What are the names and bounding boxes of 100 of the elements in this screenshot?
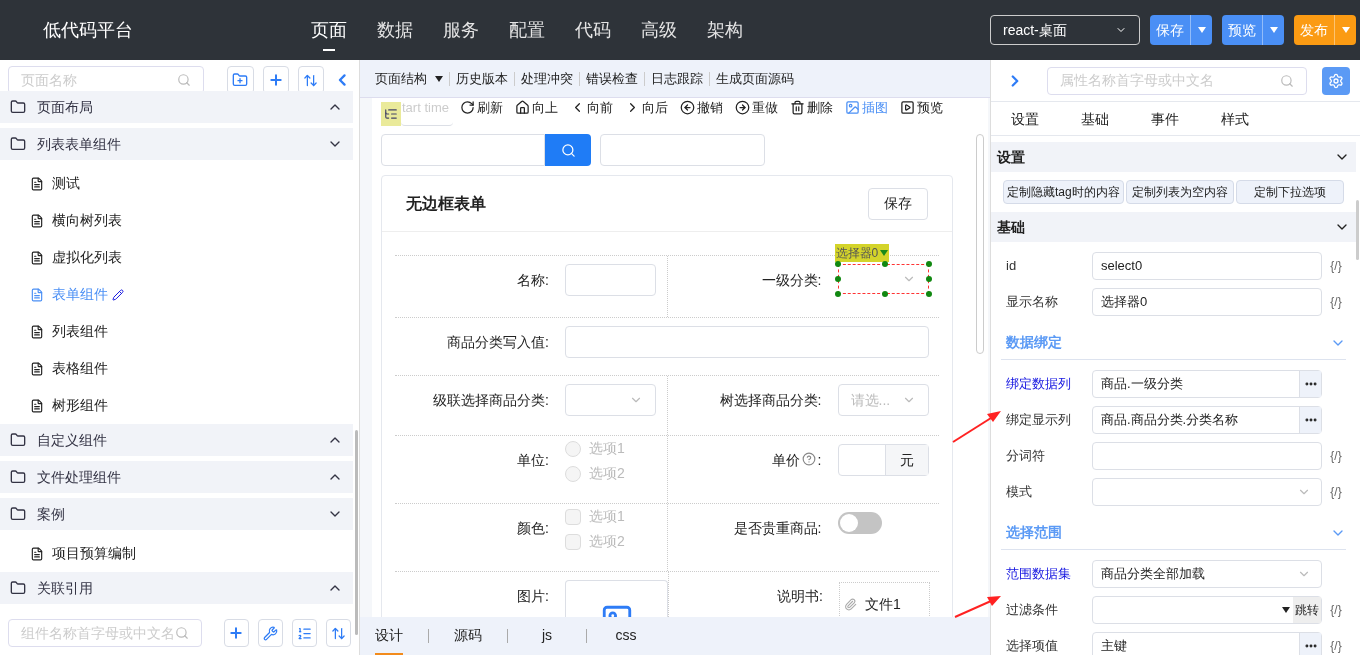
component-tag: 选择器0: [834, 244, 890, 262]
tree-item[interactable]: 横向树列表: [0, 202, 353, 239]
tree-folder[interactable]: 页面布局: [0, 91, 353, 123]
tree-folder[interactable]: 关联引用: [0, 572, 353, 604]
folder-icon: [10, 580, 26, 596]
nav-tab[interactable]: 服务: [441, 0, 481, 60]
tree-folder[interactable]: 列表表单组件: [0, 128, 353, 160]
section-header[interactable]: 设置: [991, 142, 1356, 172]
editor-tab[interactable]: css: [612, 617, 640, 655]
property-input[interactable]: [1092, 442, 1322, 470]
menu-item[interactable]: 处理冲突: [521, 68, 573, 89]
image-icon: [845, 100, 860, 116]
nav-tab[interactable]: 高级: [639, 0, 679, 60]
save-button[interactable]: 保存: [868, 187, 928, 220]
wrench-button[interactable]: [257, 619, 283, 647]
list-button[interactable]: [291, 619, 317, 647]
page-icon: [30, 324, 44, 339]
tree-item[interactable]: 表格组件: [0, 350, 353, 387]
tree-item[interactable]: 测试: [0, 165, 353, 202]
checkbox[interactable]: [565, 508, 581, 525]
page-icon: [30, 546, 44, 561]
tree-folder[interactable]: 案例: [0, 498, 353, 530]
edit-icon: [112, 288, 124, 301]
property-tab[interactable]: 设置: [1011, 109, 1039, 130]
toolbar-button[interactable]: 向后: [625, 98, 668, 118]
option-label: 选项1: [589, 507, 625, 526]
toolbar-button[interactable]: 刷新: [460, 98, 503, 118]
custom-button[interactable]: 定制隐藏tag时的内容: [1003, 180, 1124, 204]
tree-item[interactable]: 列表组件: [0, 313, 353, 350]
settings-button[interactable]: [1322, 66, 1350, 95]
form-title: 无边框表单: [406, 193, 486, 214]
menu-item[interactable]: 日志跟踪: [651, 68, 703, 89]
property-select[interactable]: 商品分类全部加载: [1092, 560, 1322, 588]
property-label: 范围数据集: [1006, 565, 1072, 584]
expression-toggle[interactable]: {/}: [1322, 483, 1350, 501]
search-field[interactable]: [381, 134, 545, 166]
section-header[interactable]: 基础: [991, 212, 1356, 242]
sort-button[interactable]: [325, 619, 351, 647]
option-label: 选项2: [589, 532, 625, 551]
expression-toggle[interactable]: {/}: [1322, 293, 1350, 311]
caret-icon: [1269, 27, 1278, 33]
toolbar-button[interactable]: 向上: [515, 98, 558, 118]
expression-toggle[interactable]: {/}: [1322, 257, 1350, 275]
layout-button[interactable]: [381, 102, 401, 126]
toolbar-button[interactable]: 撤销: [680, 98, 723, 118]
tree-folder[interactable]: 自定义组件: [0, 424, 353, 456]
menu-item[interactable]: 页面结构: [375, 68, 443, 89]
undo-icon: [680, 100, 695, 116]
menu-item[interactable]: 生成页面源码: [716, 68, 794, 89]
editor-tab[interactable]: js: [533, 617, 561, 655]
field-label: 单价: [771, 451, 800, 470]
field-label: 说明书:: [777, 587, 823, 606]
tree-item[interactable]: 树形组件: [0, 387, 353, 424]
tree-item[interactable]: 虚拟化列表: [0, 239, 353, 276]
nav-tab[interactable]: 页面: [309, 0, 349, 60]
nav-tab[interactable]: 代码: [573, 0, 613, 60]
radio-button[interactable]: [565, 440, 581, 457]
property-input[interactable]: select0: [1092, 252, 1322, 280]
radio-button[interactable]: [565, 465, 581, 482]
play-icon: [900, 100, 915, 116]
add-button[interactable]: [223, 619, 249, 647]
property-input[interactable]: 选择器0: [1092, 288, 1322, 316]
search-icon: [560, 142, 576, 158]
toolbar-button[interactable]: 向前: [570, 98, 613, 118]
property-tab[interactable]: 事件: [1151, 109, 1179, 130]
nav-tab[interactable]: 架构: [705, 0, 745, 60]
page-icon: [30, 250, 44, 265]
custom-button[interactable]: 定制列表为空内容: [1125, 180, 1234, 204]
input-field[interactable]: [600, 134, 765, 166]
plus-icon: [267, 72, 284, 88]
toggle-switch[interactable]: [837, 512, 882, 534]
expression-toggle[interactable]: {/}: [1322, 447, 1350, 465]
toolbar-button[interactable]: 重做: [735, 98, 778, 118]
caret-icon: [1341, 27, 1350, 33]
wrench-icon: [262, 625, 278, 641]
triangle-icon: [880, 250, 889, 256]
nav-tab[interactable]: 配置: [507, 0, 547, 60]
nav-tab[interactable]: 数据: [375, 0, 415, 60]
field-label: 级联选择商品分类:: [433, 391, 549, 410]
input-field[interactable]: [565, 264, 656, 296]
expression-toggle[interactable]: {/}: [1322, 601, 1350, 619]
property-tab[interactable]: 基础: [1081, 109, 1109, 130]
expression-toggle[interactable]: {/}: [1322, 637, 1350, 655]
checkbox[interactable]: [565, 533, 581, 550]
input-field[interactable]: [565, 326, 929, 358]
toolbar-button[interactable]: 预览: [900, 98, 943, 118]
field-label: 是否贵重商品:: [733, 519, 822, 538]
menu-item[interactable]: 错误检查: [586, 68, 638, 89]
editor-tab[interactable]: 源码: [454, 617, 482, 655]
toolbar-button[interactable]: 删除: [790, 98, 833, 118]
property-tab[interactable]: 样式: [1221, 109, 1249, 130]
search-button[interactable]: [545, 134, 591, 166]
editor-tab[interactable]: 设计: [375, 617, 403, 655]
tree-folder[interactable]: 文件处理组件: [0, 461, 353, 493]
field-label: 名称:: [517, 271, 549, 290]
menu-item[interactable]: 历史版本: [456, 68, 508, 89]
tree-item[interactable]: 项目预算编制: [0, 535, 353, 572]
custom-button[interactable]: 定制下拉选项: [1235, 180, 1344, 204]
env-select[interactable]: react-桌面: [990, 15, 1140, 45]
page-icon: [30, 287, 44, 302]
